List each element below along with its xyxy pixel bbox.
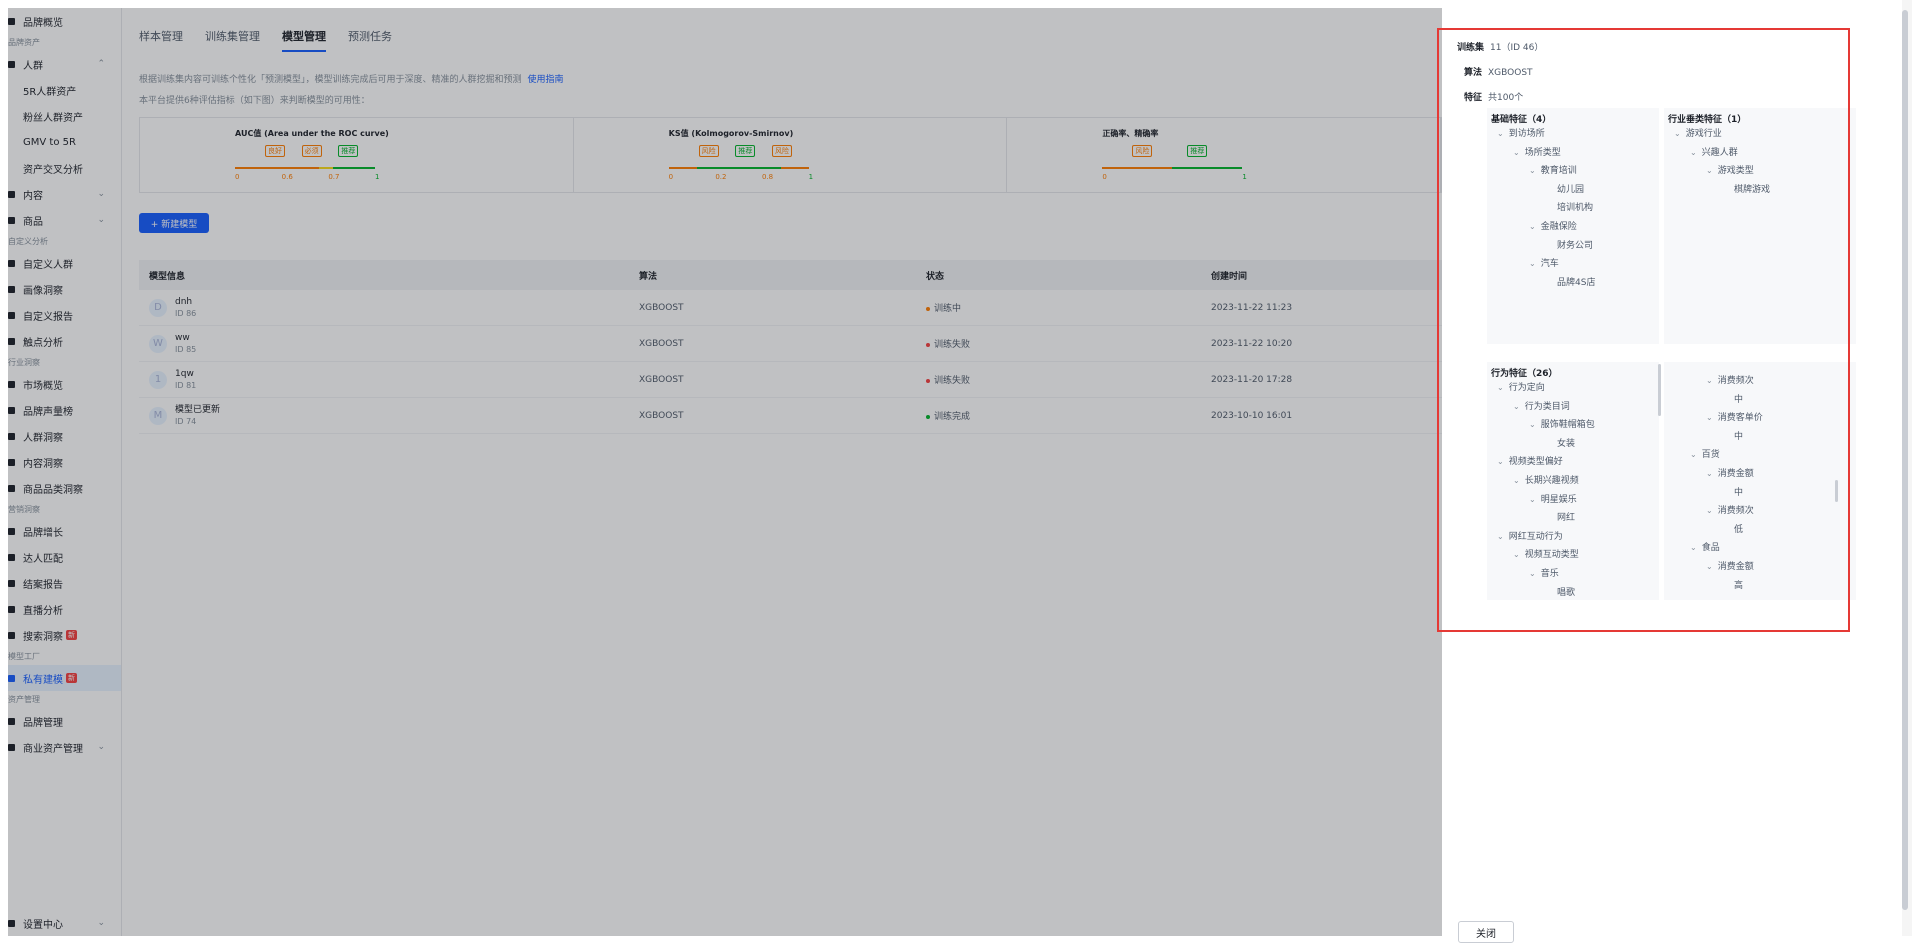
close-button[interactable]: 关闭 [1458, 921, 1514, 943]
app-root: 品牌概览 品牌资产 人群 ⌃ 5R人群资产 粉丝人群资产 GMV to 5R 资产交叉分析 内容… [0, 0, 1914, 943]
page-scrollbar[interactable] [1902, 0, 1912, 936]
page-scroll-thumb[interactable] [1902, 10, 1908, 910]
modal-mask[interactable] [8, 8, 1442, 936]
highlight-box [1437, 28, 1850, 632]
